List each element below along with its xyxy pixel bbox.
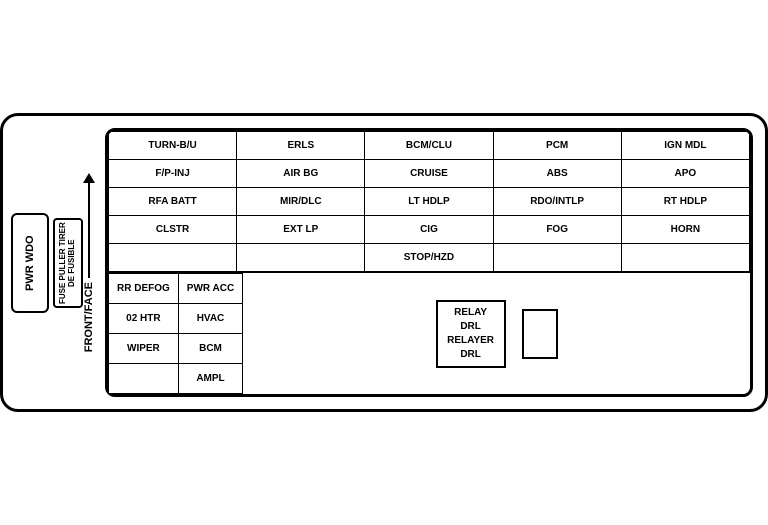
- bottom-cell-0-0: RR DEFOG: [109, 274, 179, 304]
- top-cell-4-1: [237, 244, 365, 272]
- fuse-puller-box: FUSE PULLER TIRER DE FUSIBLE: [53, 218, 83, 308]
- relay-label2: DRL: [460, 321, 481, 332]
- bottom-cell-1-1: HVAC: [178, 304, 242, 334]
- relay-label3: RELAYER: [447, 335, 494, 346]
- right-bottom-area: RELAY DRL RELAYER DRL: [243, 273, 750, 394]
- bottom-cell-0-1: PWR ACC: [178, 274, 242, 304]
- relay-label1: RELAY: [454, 307, 487, 318]
- arrow-up-icon: [83, 173, 95, 183]
- bottom-cell-3-1: AMPL: [178, 364, 242, 394]
- top-cell-3-1: EXT LP: [237, 216, 365, 244]
- top-cell-3-2: CIG: [365, 216, 493, 244]
- top-cell-4-2: STOP/HZD: [365, 244, 493, 272]
- arrow-line: [88, 183, 90, 279]
- bottom-section: RR DEFOGPWR ACC02 HTRHVACWIPERBCMAMPL RE…: [108, 272, 750, 394]
- top-cell-1-0: F/P-INJ: [109, 160, 237, 188]
- top-cell-2-2: LT HDLP: [365, 188, 493, 216]
- bottom-cell-2-0: WIPER: [109, 334, 179, 364]
- top-cell-1-1: AIR BG: [237, 160, 365, 188]
- top-cell-2-1: MIR/DLC: [237, 188, 365, 216]
- relay-box2: [522, 309, 558, 359]
- bottom-left-table: RR DEFOGPWR ACC02 HTRHVACWIPERBCMAMPL: [108, 273, 243, 394]
- pwr-wdo-label: PWR WDO: [24, 235, 36, 291]
- top-cell-0-1: ERLS: [237, 132, 365, 160]
- top-cell-4-0: [109, 244, 237, 272]
- fuse-box-outer: PWR WDO FUSE PULLER TIRER DE FUSIBLE FRO…: [0, 113, 768, 412]
- arrow-front-container: FRONT/FACE: [83, 173, 95, 353]
- top-cell-0-0: TURN-B/U: [109, 132, 237, 160]
- left-panel: PWR WDO FUSE PULLER TIRER DE FUSIBLE FRO…: [11, 173, 101, 353]
- main-fuse-box: TURN-B/UERLSBCM/CLUPCMIGN MDL F/P-INJAIR …: [105, 128, 753, 397]
- top-cell-4-3: [493, 244, 621, 272]
- top-cell-3-3: FOG: [493, 216, 621, 244]
- top-cell-0-3: PCM: [493, 132, 621, 160]
- relay-label4: DRL: [460, 349, 481, 360]
- top-cell-4-4: [621, 244, 749, 272]
- top-cell-3-0: CLSTR: [109, 216, 237, 244]
- top-cell-2-4: RT HDLP: [621, 188, 749, 216]
- top-cell-1-4: APO: [621, 160, 749, 188]
- bottom-cell-2-1: BCM: [178, 334, 242, 364]
- top-cell-0-2: BCM/CLU: [365, 132, 493, 160]
- top-cell-2-3: RDO/INTLP: [493, 188, 621, 216]
- top-cell-1-2: CRUISE: [365, 160, 493, 188]
- top-cell-3-4: HORN: [621, 216, 749, 244]
- bottom-cell-3-0: [109, 364, 179, 394]
- top-fuse-table: TURN-B/UERLSBCM/CLUPCMIGN MDL F/P-INJAIR …: [108, 131, 750, 272]
- relay-drl-box: RELAY DRL RELAYER DRL: [436, 300, 506, 368]
- top-cell-1-3: ABS: [493, 160, 621, 188]
- top-cell-0-4: IGN MDL: [621, 132, 749, 160]
- pwr-wdo-box: PWR WDO: [11, 213, 49, 313]
- bottom-cell-1-0: 02 HTR: [109, 304, 179, 334]
- front-face-label: FRONT/FACE: [83, 282, 95, 352]
- fuse-puller-label: FUSE PULLER TIRER DE FUSIBLE: [59, 222, 77, 304]
- top-cell-2-0: RFA BATT: [109, 188, 237, 216]
